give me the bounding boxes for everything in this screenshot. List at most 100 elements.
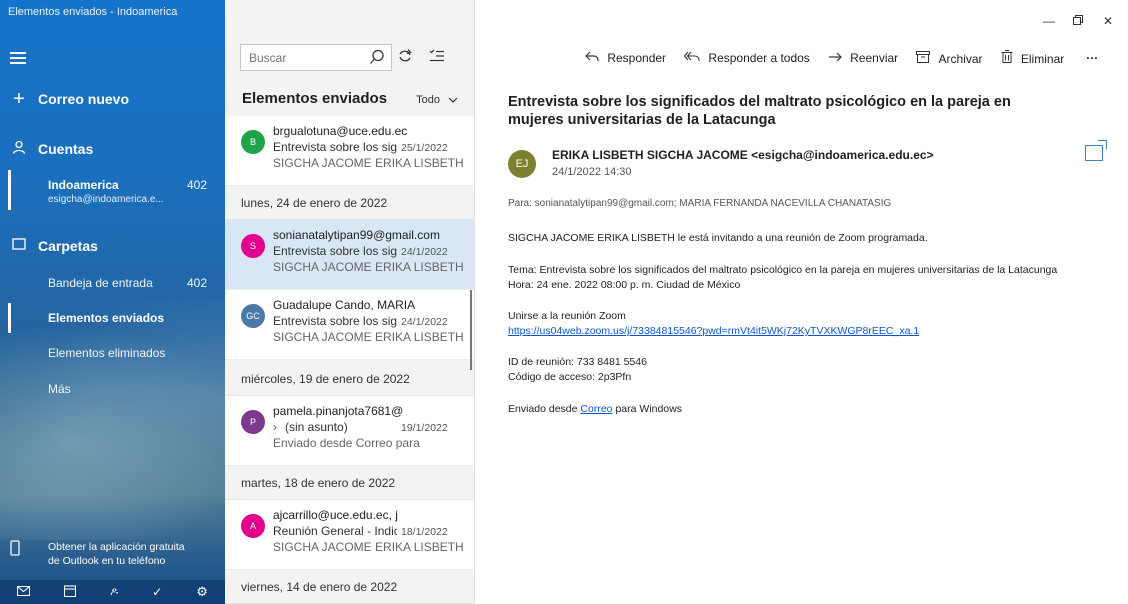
folder-more[interactable]: Más bbox=[0, 376, 225, 404]
trash-icon bbox=[1001, 50, 1016, 66]
search-box[interactable] bbox=[240, 44, 392, 71]
promo-line-1: Obtener la aplicación gratuita bbox=[48, 541, 185, 553]
sent-from-line: Enviado desde Correo para Windows bbox=[508, 403, 682, 415]
message-item[interactable]: P pamela.pinanjota7681@ › (sin asunto) 1… bbox=[225, 396, 474, 466]
reply-label: Responder bbox=[607, 51, 667, 65]
delete-label: Eliminar bbox=[1020, 52, 1065, 66]
todo-check-icon[interactable]: ✓ bbox=[152, 585, 162, 599]
message-date: 19/1/2022 bbox=[401, 422, 448, 434]
archive-button[interactable]: Archivar bbox=[916, 50, 983, 66]
message-item[interactable]: A ajcarrillo@uce.edu.ec, j Reunión Gener… bbox=[225, 500, 474, 570]
forward-button[interactable]: Reenviar bbox=[828, 51, 898, 65]
body-line: Tema: Entrevista sobre los significados … bbox=[508, 264, 1058, 276]
selection-mode-icon[interactable] bbox=[429, 48, 445, 68]
search-icon[interactable] bbox=[369, 49, 385, 68]
accounts-header[interactable]: Cuentas bbox=[0, 138, 225, 160]
account-unread-count: 402 bbox=[186, 178, 207, 192]
body-line: Código de acceso: 2p3Pfn bbox=[508, 371, 632, 383]
message-date: 18/1/2022 bbox=[401, 526, 448, 538]
plus-icon: + bbox=[13, 87, 25, 110]
message-date: 24/1/2022 bbox=[401, 246, 448, 258]
mail-icon[interactable] bbox=[16, 585, 31, 599]
settings-gear-icon[interactable]: ⚙ bbox=[196, 584, 208, 600]
message-subject: Reunión General - Indicaciones bbox=[273, 524, 397, 538]
folder-deleted-label: Elementos eliminados bbox=[48, 346, 166, 360]
folder-icon bbox=[10, 237, 28, 255]
people-icon[interactable]: ዶ bbox=[110, 586, 118, 599]
sync-icon[interactable] bbox=[397, 48, 413, 68]
folder-more-label: Más bbox=[48, 382, 71, 396]
minimize-icon[interactable]: — bbox=[1043, 14, 1055, 28]
phone-icon bbox=[10, 540, 20, 559]
sender-name[interactable]: ERIKA LISBETH SIGCHA JACOME <esigcha@ind… bbox=[552, 148, 934, 162]
window-title: Elementos enviados - Indoamerica bbox=[8, 6, 178, 18]
message-preview: SIGCHA JACOME ERIKA LISBETH bbox=[273, 156, 463, 170]
message-datetime: 24/1/2022 14:30 bbox=[552, 166, 632, 178]
new-mail-button[interactable]: + Correo nuevo bbox=[0, 88, 225, 110]
message-subject: Entrevista sobre los significados bbox=[273, 140, 397, 154]
hamburger-menu-icon[interactable] bbox=[10, 52, 26, 64]
delete-button[interactable]: Eliminar bbox=[1001, 50, 1065, 66]
folder-sent[interactable]: Elementos enviados bbox=[0, 303, 225, 333]
message-subject: Entrevista sobre los significados bbox=[273, 314, 397, 328]
scrollbar-thumb[interactable] bbox=[470, 290, 472, 370]
message-preview: SIGCHA JACOME ERIKA LISBETH bbox=[273, 540, 463, 554]
mail-app-link[interactable]: Correo bbox=[580, 403, 612, 415]
sent-from-suffix: para Windows bbox=[615, 403, 682, 415]
archive-icon bbox=[916, 50, 933, 66]
folder-deleted[interactable]: Elementos eliminados bbox=[0, 340, 225, 368]
background-image bbox=[0, 300, 225, 540]
reply-button[interactable]: Responder bbox=[585, 51, 666, 65]
restore-icon[interactable] bbox=[1073, 14, 1083, 28]
folder-title: Elementos enviados bbox=[242, 90, 388, 107]
reply-icon bbox=[585, 51, 602, 65]
message-from: Guadalupe Cando, MARIA bbox=[273, 298, 416, 312]
body-line: Hora: 24 ene. 2022 08:00 p. m. Ciudad de… bbox=[508, 279, 741, 291]
folder-inbox[interactable]: Bandeja de entrada 402 bbox=[0, 270, 225, 298]
filter-dropdown[interactable]: Todo bbox=[416, 94, 458, 106]
message-item-selected[interactable]: S sonianatalytipan99@gmail.com Entrevist… bbox=[225, 220, 474, 290]
recipients: Para: sonianatalytipan99@gmail.com; MARI… bbox=[508, 198, 892, 209]
message-from: ajcarrillo@uce.edu.ec, j bbox=[273, 508, 398, 522]
filter-label: Todo bbox=[416, 94, 440, 106]
accounts-label: Cuentas bbox=[38, 141, 94, 157]
person-icon bbox=[10, 140, 28, 159]
open-in-new-window-icon[interactable] bbox=[1085, 140, 1107, 161]
calendar-icon[interactable] bbox=[64, 584, 77, 600]
message-subject: Entrevista sobre los significados bbox=[273, 244, 397, 258]
body-line: SIGCHA JACOME ERIKA LISBETH le está invi… bbox=[508, 232, 928, 244]
sender-avatar: EJ bbox=[508, 150, 536, 178]
message-item[interactable]: GC Guadalupe Cando, MARIA Entrevista sob… bbox=[225, 290, 474, 360]
message-preview: Enviado desde Correo para bbox=[273, 436, 420, 450]
folder-inbox-label: Bandeja de entrada bbox=[48, 276, 153, 290]
folders-label: Carpetas bbox=[38, 238, 98, 254]
avatar: GC bbox=[241, 304, 265, 328]
close-icon[interactable]: ✕ bbox=[1103, 14, 1113, 28]
account-name: Indoamerica bbox=[48, 178, 119, 192]
chevron-right-icon: › bbox=[273, 420, 277, 434]
date-group-header: miércoles, 19 de enero de 2022 bbox=[225, 362, 474, 396]
search-input[interactable] bbox=[241, 45, 361, 70]
reading-pane: — ✕ Responder Responder a todos Reenviar… bbox=[475, 0, 1128, 604]
message-date: 24/1/2022 bbox=[401, 316, 448, 328]
more-actions-button[interactable]: ··· bbox=[1086, 51, 1098, 65]
get-outlook-app-promo[interactable]: Obtener la aplicación gratuita de Outloo… bbox=[0, 536, 225, 576]
account-indoamerica[interactable]: Indoamerica 402 esigcha@indoamerica.e... bbox=[0, 170, 225, 212]
message-preview: SIGCHA JACOME ERIKA LISBETH bbox=[273, 260, 463, 274]
new-mail-label: Correo nuevo bbox=[38, 91, 130, 107]
avatar: P bbox=[241, 410, 265, 434]
reply-all-button[interactable]: Responder a todos bbox=[683, 51, 810, 65]
date-group-header: viernes, 14 de enero de 2022 bbox=[225, 570, 474, 604]
avatar: B bbox=[241, 130, 265, 154]
body-line: ID de reunión: 733 8481 5546 bbox=[508, 356, 647, 368]
promo-line-2: de Outlook en tu teléfono bbox=[48, 555, 166, 567]
message-date: 25/1/2022 bbox=[401, 142, 448, 154]
message-from: pamela.pinanjota7681@ bbox=[273, 404, 404, 418]
folder-inbox-count: 402 bbox=[186, 276, 207, 290]
message-list-pane: Elementos enviados Todo B brgualotuna@uc… bbox=[225, 0, 475, 604]
message-item[interactable]: B brgualotuna@uce.edu.ec Entrevista sobr… bbox=[225, 116, 474, 186]
bottom-nav-bar: ዶ ✓ ⚙ bbox=[0, 580, 225, 604]
zoom-meeting-link[interactable]: https://us04web.zoom.us/j/73384815546?pw… bbox=[508, 325, 919, 337]
folders-header[interactable]: Carpetas bbox=[0, 235, 225, 257]
folder-sent-label: Elementos enviados bbox=[48, 311, 165, 325]
